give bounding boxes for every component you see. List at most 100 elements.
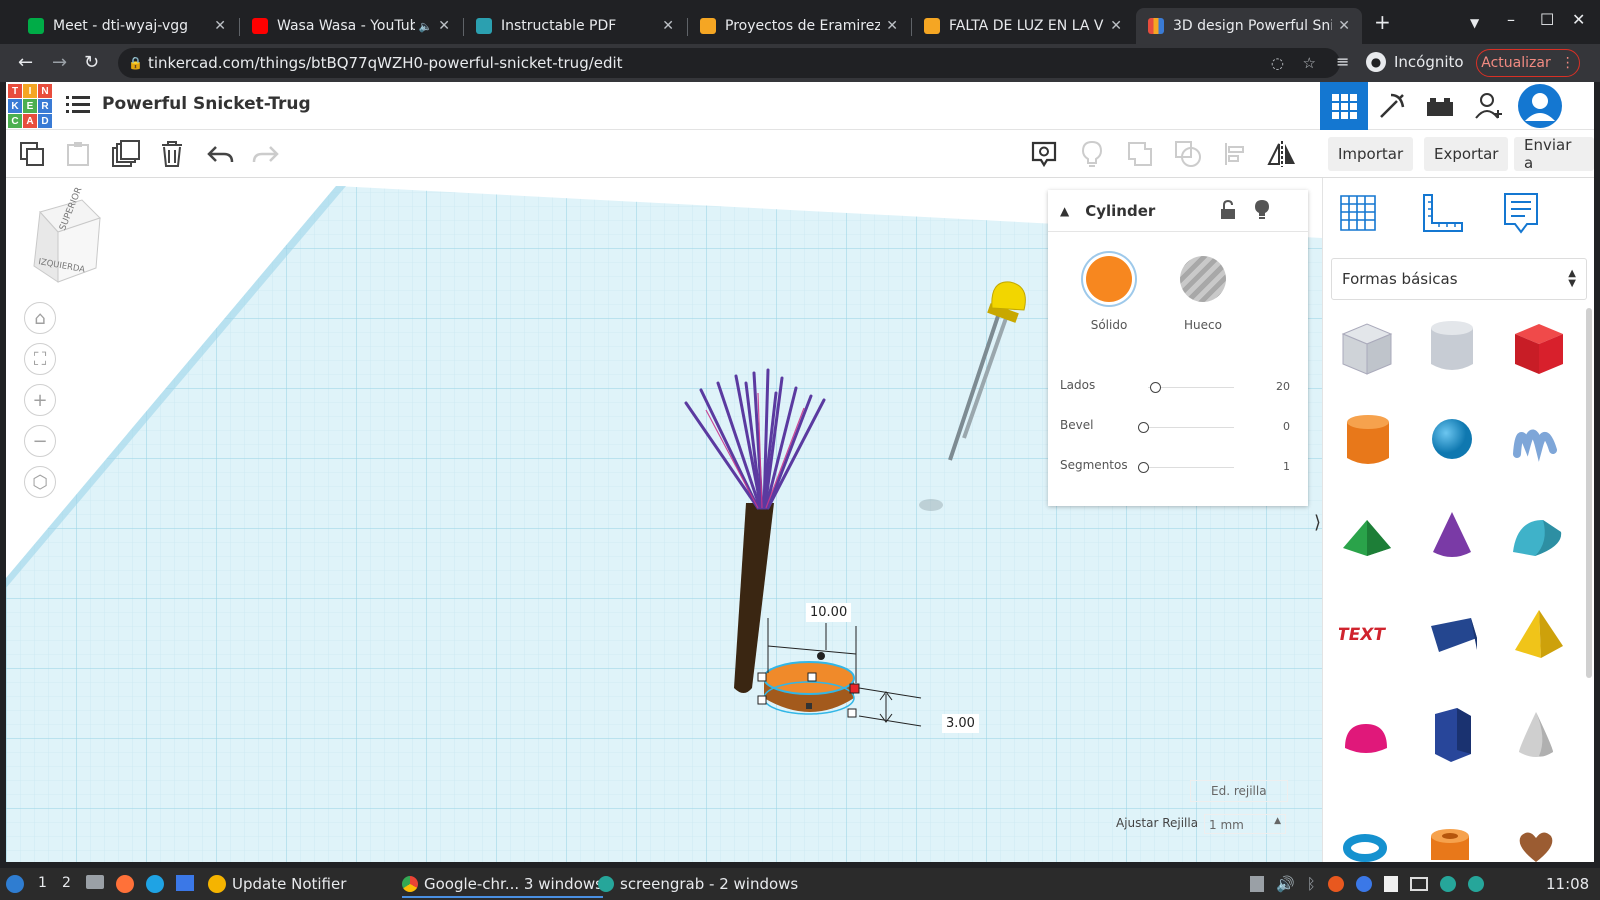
mirror-icon[interactable] [1266, 138, 1298, 170]
notes-tray-icon[interactable] [1383, 876, 1398, 892]
chrome-windows-item[interactable]: Google-chr... 3 windows [402, 875, 603, 898]
update-button[interactable]: Actualizar ⋮ [1476, 49, 1580, 77]
close-icon[interactable]: ✕ [662, 18, 674, 34]
round-roof-shape[interactable] [1509, 512, 1569, 572]
reload-icon[interactable]: ↻ [84, 52, 99, 73]
star-icon[interactable]: ☆ [1303, 54, 1316, 72]
notes-icon[interactable] [1028, 138, 1060, 170]
lightbulb-icon[interactable] [1076, 138, 1108, 170]
fit-view-icon[interactable]: ⛶ [24, 343, 56, 375]
close-icon[interactable]: ✕ [438, 18, 450, 34]
redo-icon[interactable] [250, 138, 282, 170]
workspace-2[interactable]: 2 [62, 875, 71, 891]
edit-grid-button[interactable]: Ed. rejilla [1190, 780, 1288, 802]
maximize-button[interactable]: ☐ [1540, 10, 1554, 29]
zoom-in-icon[interactable]: + [24, 384, 56, 416]
address-bar[interactable]: 🔒 tinkercad.com/things/btBQ77qWZH0-power… [118, 48, 1340, 78]
box-hole-shape[interactable] [1339, 316, 1399, 376]
width-dimension-label[interactable]: 10.00 [806, 603, 852, 622]
start-menu-icon[interactable] [6, 875, 24, 893]
back-icon[interactable]: ← [18, 52, 33, 73]
shape-library-select[interactable]: Formas básicas ▲ ▼ [1331, 258, 1587, 300]
tab-search-icon[interactable]: ▼ [1470, 16, 1479, 30]
clipboard-icon[interactable] [1250, 876, 1264, 892]
workspace-1[interactable]: 1 [38, 875, 47, 891]
close-icon[interactable]: ✕ [214, 18, 226, 34]
wedge-shape[interactable] [1427, 610, 1487, 670]
export-button[interactable]: Exportar [1424, 137, 1509, 171]
paste-icon[interactable] [62, 138, 94, 170]
screengrab-tray-icon-2[interactable] [1467, 876, 1484, 892]
perspective-icon[interactable]: ⬡ [24, 466, 56, 498]
tube-shape[interactable] [1427, 824, 1487, 862]
minimize-button[interactable]: – [1507, 10, 1515, 29]
group-icon[interactable] [1124, 138, 1156, 170]
display-icon[interactable] [1409, 877, 1428, 891]
screengrab-item[interactable]: screengrab - 2 windows [598, 875, 798, 893]
browser-tab-instructable[interactable]: Instructable PDF ✕ [464, 8, 686, 44]
close-icon[interactable]: ✕ [1110, 18, 1122, 34]
align-icon[interactable] [1220, 138, 1252, 170]
torus-shape[interactable] [1343, 828, 1403, 862]
solid-color-swatch[interactable] [1086, 256, 1132, 302]
window-list-icon[interactable] [176, 875, 194, 891]
close-window-button[interactable]: ✕ [1572, 10, 1585, 29]
screengrab-tray-icon[interactable] [1439, 876, 1456, 892]
update-notifier-item[interactable]: Update Notifier [208, 875, 346, 893]
firefox-icon[interactable] [116, 875, 134, 893]
3d-view-button[interactable] [1320, 82, 1368, 130]
snap-grid-select[interactable]: 1 mm ▲ [1204, 814, 1286, 834]
collapse-panel-icon[interactable]: ▲ [1060, 204, 1069, 218]
browser-tab-falta-de-luz[interactable]: FALTA DE LUZ EN LA VIVIE ✕ [912, 8, 1134, 44]
invite-user-button[interactable] [1466, 82, 1514, 130]
refresh-tray-icon[interactable] [1327, 876, 1344, 892]
unlock-icon[interactable] [1220, 199, 1236, 224]
incognito-badge[interactable]: ● Incógnito [1366, 52, 1464, 72]
delete-icon[interactable] [156, 138, 188, 170]
blocks-view-button[interactable] [1368, 82, 1416, 130]
bevel-value[interactable]: 0 [1283, 420, 1290, 433]
roof-shape[interactable] [1339, 512, 1399, 572]
file-manager-icon[interactable] [86, 875, 104, 889]
new-tab-button[interactable]: + [1374, 10, 1391, 34]
segments-slider[interactable] [1138, 462, 1149, 473]
cylinder-hole-shape[interactable] [1427, 316, 1487, 376]
text-shape[interactable]: TEXT [1335, 612, 1399, 672]
sides-slider[interactable] [1150, 382, 1161, 393]
reading-list-icon[interactable]: ≡ [1336, 52, 1349, 71]
network-icon[interactable] [1355, 876, 1372, 892]
scribble-shape[interactable] [1511, 414, 1571, 474]
pyramid-shape[interactable] [1511, 606, 1571, 666]
tinkercad-logo[interactable]: T I N K E R C A D [8, 84, 52, 128]
close-icon[interactable]: ✕ [886, 18, 898, 34]
import-button[interactable]: Importar [1328, 137, 1414, 171]
box-shape[interactable] [1511, 316, 1571, 376]
half-sphere-shape[interactable] [1341, 718, 1401, 778]
eye-off-icon[interactable]: ◌ [1271, 54, 1284, 72]
workplane-tool-icon[interactable] [1337, 192, 1379, 238]
view-cube[interactable]: SUPERIOR IZQUIERDA [33, 186, 101, 283]
forward-icon[interactable]: → [52, 52, 67, 73]
zoom-out-icon[interactable]: − [24, 425, 56, 457]
segments-value[interactable]: 1 [1283, 460, 1290, 473]
browser-launcher-icon[interactable] [146, 875, 164, 893]
copy-icon[interactable] [16, 138, 48, 170]
browser-tab-meet[interactable]: Meet - dti-wyaj-vgg ✕ [16, 8, 238, 44]
height-dimension-label[interactable]: 3.00 [942, 714, 979, 733]
bevel-slider[interactable] [1138, 422, 1149, 433]
notes-tool-icon[interactable] [1503, 192, 1539, 240]
cylinder-shape[interactable] [1343, 410, 1403, 470]
send-to-button[interactable]: Enviar a [1514, 136, 1594, 172]
visibility-lightbulb-icon[interactable] [1254, 199, 1270, 225]
clock[interactable]: 11:08 [1546, 875, 1589, 893]
cone-shape[interactable] [1429, 508, 1489, 568]
sides-value[interactable]: 20 [1276, 380, 1290, 393]
volume-icon[interactable]: 🔊 [1276, 875, 1295, 893]
browser-tab-youtube[interactable]: Wasa Wasa - YouTube 🔈 ✕ [240, 8, 462, 44]
avatar[interactable] [1516, 82, 1564, 130]
ungroup-icon[interactable] [1172, 138, 1204, 170]
hole-swatch[interactable] [1180, 256, 1226, 302]
design-list-icon[interactable] [66, 94, 90, 120]
design-title[interactable]: Powerful Snicket-Trug [102, 94, 311, 114]
undo-icon[interactable] [204, 138, 236, 170]
